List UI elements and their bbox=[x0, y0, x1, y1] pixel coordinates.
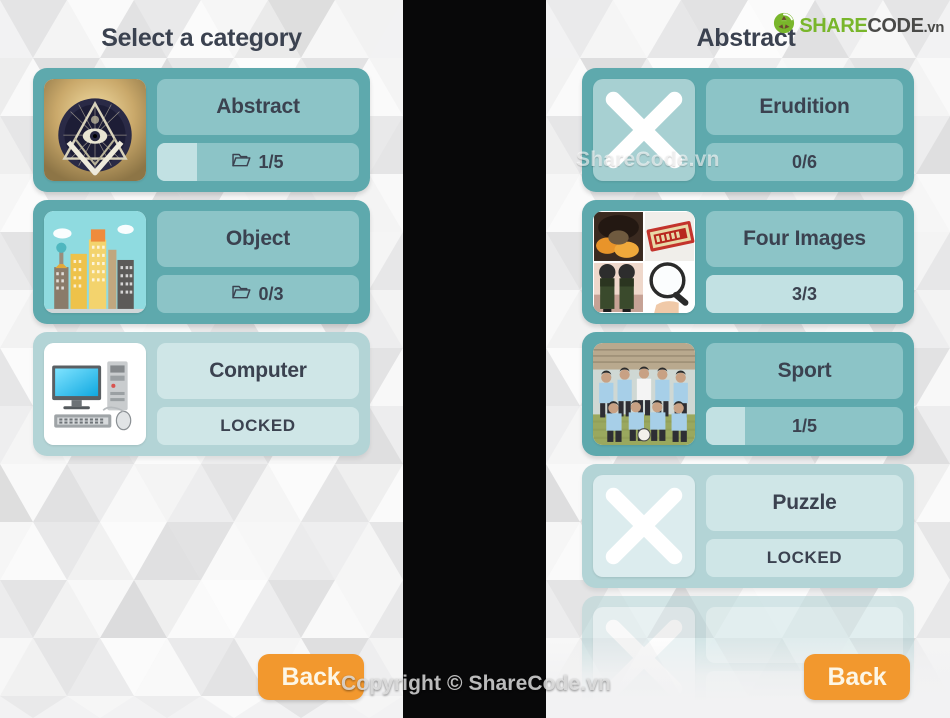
card-title[interactable]: Four Images bbox=[706, 211, 903, 267]
card-content: Puzzle LOCKED bbox=[706, 475, 903, 577]
category-card: Puzzle LOCKED bbox=[582, 464, 914, 588]
logo-vn-text: .vn bbox=[923, 18, 945, 36]
logo-text: SHARECODE.vn bbox=[799, 16, 944, 36]
card-content: Object 0/3 bbox=[157, 211, 359, 313]
city-buildings-art-thumbnail bbox=[44, 211, 146, 313]
subcategory-list[interactable]: Erudition 0/6 Four Images 3/3 Sport 1/5 … bbox=[546, 68, 950, 718]
progress-label: 0/6 bbox=[792, 152, 817, 173]
category-card[interactable]: Object 0/3 bbox=[33, 200, 370, 324]
card-content: Sport 1/5 bbox=[706, 343, 903, 445]
folder-icon bbox=[232, 152, 252, 173]
card-progress-bar: LOCKED bbox=[706, 539, 903, 577]
progress-text: 0/3 bbox=[258, 283, 284, 304]
back-button-left[interactable]: Back bbox=[258, 654, 364, 700]
card-content: Erudition 0/6 bbox=[706, 79, 903, 181]
card-content: Four Images 3/3 bbox=[706, 211, 903, 313]
card-progress-bar: 0/3 bbox=[157, 275, 359, 313]
folder-icon bbox=[232, 284, 252, 305]
football-team-photo-thumbnail bbox=[593, 343, 695, 445]
progress-text: LOCKED bbox=[220, 416, 296, 435]
screen-divider bbox=[403, 0, 546, 718]
recycle-logo-icon bbox=[773, 12, 795, 39]
category-card[interactable]: Four Images 3/3 bbox=[582, 200, 914, 324]
progress-label: 3/3 bbox=[792, 284, 817, 305]
logo-share-text: SHARE bbox=[799, 14, 868, 37]
missing-image-x-thumbnail bbox=[593, 79, 695, 181]
abstract-subcategory-panel: Abstract SHARECODE.vn Erudition 0/6 Four… bbox=[546, 0, 950, 718]
card-progress-bar: 1/5 bbox=[157, 143, 359, 181]
card-title[interactable]: Computer bbox=[157, 343, 359, 399]
category-card: Computer LOCKED bbox=[33, 332, 370, 456]
card-title[interactable]: Puzzle bbox=[706, 475, 903, 531]
progress-label: 1/5 bbox=[792, 416, 817, 437]
progress-label: 0/3 bbox=[232, 283, 284, 305]
card-content: Computer LOCKED bbox=[157, 343, 359, 445]
card-progress-bar: 1/5 bbox=[706, 407, 903, 445]
missing-image-x-thumbnail bbox=[593, 475, 695, 577]
card-title[interactable]: Object bbox=[157, 211, 359, 267]
page-title-left: Select a category bbox=[101, 24, 302, 52]
app-root: Select a category Abstract 1/5 Object 0/… bbox=[0, 0, 950, 718]
four-images-collage-thumbnail bbox=[593, 211, 695, 313]
progress-label: 1/5 bbox=[232, 151, 284, 173]
progress-text: 1/5 bbox=[791, 415, 818, 436]
category-list[interactable]: Abstract 1/5 Object 0/3 Computer LOCKED bbox=[0, 68, 403, 718]
missing-image-x-thumbnail bbox=[593, 607, 695, 709]
sharecode-logo: SHARECODE.vn bbox=[773, 12, 944, 39]
category-select-panel: Select a category Abstract 1/5 Object 0/… bbox=[0, 0, 403, 718]
card-title[interactable]: Sport bbox=[706, 343, 903, 399]
back-button-right[interactable]: Back bbox=[804, 654, 910, 700]
category-card[interactable]: Erudition 0/6 bbox=[582, 68, 914, 192]
card-content: Abstract 1/5 bbox=[157, 79, 359, 181]
card-progress-bar: 3/3 bbox=[706, 275, 903, 313]
progress-fill bbox=[706, 407, 746, 445]
progress-label: LOCKED bbox=[220, 416, 295, 436]
progress-text: 3/3 bbox=[791, 283, 818, 304]
desktop-computer-art-thumbnail bbox=[44, 343, 146, 445]
progress-text: LOCKED bbox=[766, 548, 843, 567]
eye-pyramid-art-thumbnail bbox=[44, 79, 146, 181]
progress-fill bbox=[157, 143, 198, 181]
card-progress-bar: 0/6 bbox=[706, 143, 903, 181]
category-card[interactable]: Sport 1/5 bbox=[582, 332, 914, 456]
progress-label: LOCKED bbox=[767, 548, 842, 568]
category-card[interactable]: Abstract 1/5 bbox=[33, 68, 370, 192]
logo-code-text: CODE bbox=[867, 14, 924, 37]
progress-text: 0/6 bbox=[791, 151, 818, 172]
progress-text: 1/5 bbox=[258, 151, 284, 172]
card-title[interactable]: Abstract bbox=[157, 79, 359, 135]
card-title[interactable]: Erudition bbox=[706, 79, 903, 135]
card-progress-bar: LOCKED bbox=[157, 407, 359, 445]
